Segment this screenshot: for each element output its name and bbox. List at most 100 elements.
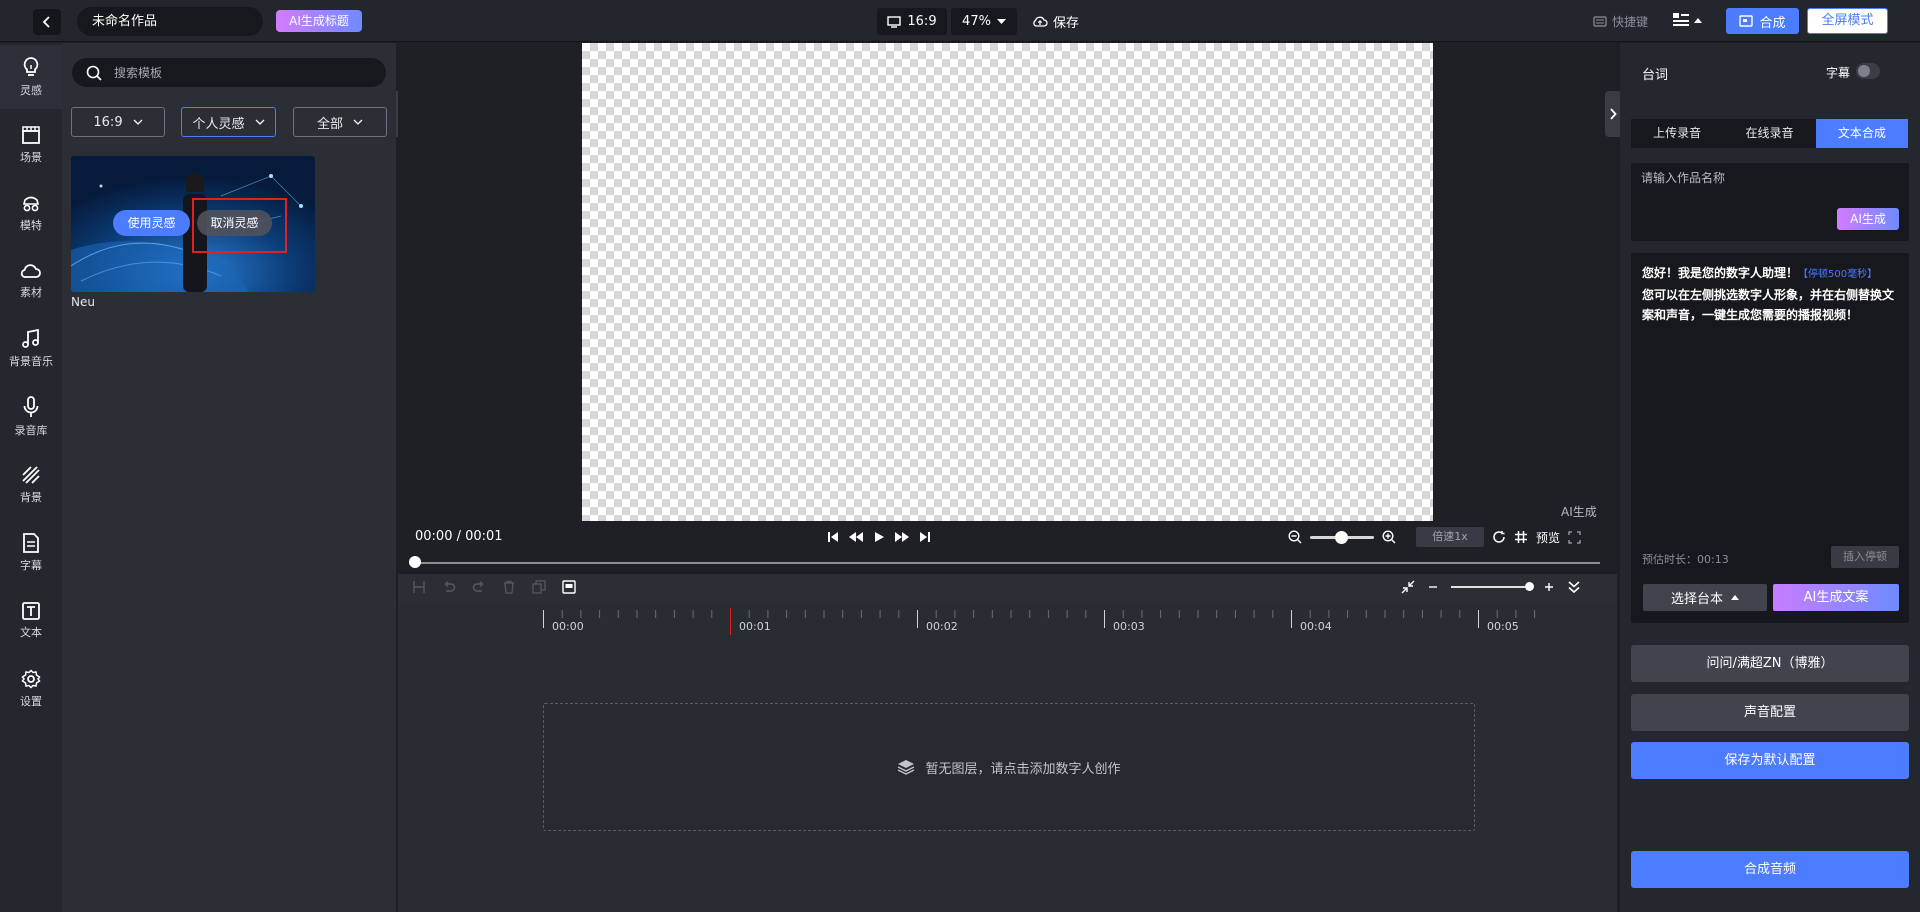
lightbulb-icon — [23, 57, 39, 76]
save-frame-icon[interactable] — [562, 580, 576, 594]
shrink-icon[interactable] — [1401, 580, 1415, 594]
compose-button[interactable]: 合成 — [1726, 8, 1799, 34]
personal-filter-label: 个人灵感 — [192, 116, 245, 132]
ai-watermark: AI生成 — [1561, 505, 1597, 519]
model-icon — [22, 196, 40, 212]
all-filter-dropdown[interactable]: 全部 — [293, 107, 387, 137]
speed-select[interactable]: 倍速1x — [1416, 527, 1484, 547]
tab-online-recording[interactable]: 在线录音 — [1723, 119, 1815, 148]
slider-thumb[interactable] — [1525, 582, 1534, 591]
subtitle-toggle[interactable] — [1856, 63, 1880, 79]
chevron-left-icon — [42, 16, 50, 28]
choose-script-label: 选择台本 — [1670, 592, 1723, 607]
split-icon[interactable] — [412, 580, 426, 594]
double-chevron-down-icon[interactable] — [1567, 580, 1581, 594]
personal-inspiration-dropdown[interactable]: 个人灵感 — [181, 107, 276, 137]
document-icon — [23, 533, 39, 553]
script-tabs: 上传录音 在线录音 文本合成 — [1631, 119, 1908, 148]
skip-to-end-icon[interactable] — [919, 531, 931, 543]
sidebar-item-inspiration[interactable]: 灵感 — [0, 45, 62, 109]
layout-button[interactable] — [1672, 11, 1702, 29]
empty-layer-text: 暂无图层，请点击添加数字人创作 — [925, 761, 1121, 777]
sidebar-item-background[interactable]: 背景 — [0, 453, 62, 517]
shortcut-button[interactable]: 快捷键 — [1593, 13, 1648, 30]
insert-pause-button[interactable]: 插入停顿 — [1831, 546, 1899, 568]
work-name-input[interactable] — [1641, 171, 1881, 185]
canvas-zoom-slider[interactable] — [1310, 530, 1374, 544]
highlight-box — [192, 198, 287, 253]
sidebar-item-settings[interactable]: 设置 — [0, 657, 62, 721]
aspect-ratio-button[interactable]: 16:9 — [877, 8, 947, 35]
stripes-icon — [22, 466, 40, 484]
save-button[interactable]: 保存 — [1032, 12, 1079, 31]
zoom-in-icon[interactable] — [1382, 530, 1396, 544]
clapperboard-icon — [22, 126, 40, 144]
sidebar-item-material[interactable]: 素材 — [0, 249, 62, 313]
tab-text-synthesis[interactable]: 文本合成 — [1815, 119, 1908, 148]
synthesize-audio-button[interactable]: 合成音频 — [1631, 851, 1909, 888]
aspect-ratio-value: 16:9 — [907, 14, 937, 29]
fullscreen-button[interactable]: 全屏模式 — [1807, 8, 1888, 34]
delete-icon[interactable] — [502, 580, 516, 594]
ratio-filter-label: 16:9 — [93, 114, 123, 130]
music-note-icon — [22, 329, 39, 348]
copy-icon[interactable] — [532, 580, 546, 594]
script-text[interactable]: 您好！我是您的数字人助理！【停顿500毫秒】 您可以在左侧挑选数字人形象，并在右… — [1642, 263, 1902, 325]
timeline-tools — [412, 580, 576, 594]
pause-tag[interactable]: 【停顿500毫秒】 — [1798, 269, 1877, 280]
script-line-1: 您好！我是您的数字人助理！ — [1642, 266, 1799, 280]
sidebar-item-label: 字幕 — [20, 559, 42, 572]
timeline-zoom-slider[interactable] — [1451, 582, 1534, 591]
back-button[interactable] — [33, 9, 61, 35]
playback-progress-track[interactable] — [414, 562, 1600, 564]
timeline-playhead[interactable] — [730, 608, 731, 635]
refresh-icon[interactable] — [1492, 530, 1506, 544]
plus-icon[interactable] — [1543, 581, 1555, 593]
search-box[interactable] — [72, 58, 386, 87]
slider-thumb[interactable] — [1335, 530, 1348, 544]
empty-layer-track[interactable]: 暂无图层，请点击添加数字人创作 — [543, 703, 1475, 831]
voice-select-button[interactable]: 问问/满超ZN（博雅） — [1631, 645, 1909, 682]
rewind-icon[interactable] — [848, 531, 864, 543]
subtitle-toggle-label: 字幕 — [1826, 66, 1851, 80]
redo-icon[interactable] — [472, 580, 486, 594]
search-input[interactable] — [114, 65, 354, 80]
skip-to-start-icon[interactable] — [827, 531, 839, 543]
sidebar-item-scene[interactable]: 场景 — [0, 113, 62, 177]
fast-forward-icon[interactable] — [894, 531, 910, 543]
sidebar-item-recordings[interactable]: 录音库 — [0, 385, 62, 449]
sidebar-item-text[interactable]: 文本 — [0, 589, 62, 653]
tab-upload-recording[interactable]: 上传录音 — [1631, 119, 1723, 148]
ai-generate-copy-button[interactable]: AI生成文案 — [1773, 584, 1899, 611]
timeline-ruler[interactable]: 00:00 00:01 00:02 00:03 00:04 00:05 — [543, 606, 1543, 636]
sidebar-item-bgm[interactable]: 背景音乐 — [0, 317, 62, 381]
sidebar-item-subtitle[interactable]: 字幕 — [0, 521, 62, 585]
grid-icon[interactable] — [1514, 530, 1528, 544]
ai-generate-name-button[interactable]: AI生成 — [1837, 208, 1899, 230]
minus-icon[interactable] — [1427, 581, 1439, 593]
expand-icon[interactable] — [1568, 530, 1581, 544]
sidebar-item-label: 模特 — [20, 219, 42, 232]
save-default-config-button[interactable]: 保存为默认配置 — [1631, 742, 1909, 779]
playback-progress-thumb[interactable] — [409, 556, 421, 568]
voice-config-button[interactable]: 声音配置 — [1631, 694, 1909, 731]
use-inspiration-button[interactable]: 使用灵感 — [113, 210, 190, 236]
choose-script-button[interactable]: 选择台本 — [1643, 584, 1767, 611]
sidebar-item-model[interactable]: 模特 — [0, 181, 62, 245]
zoom-select[interactable]: 47% — [951, 8, 1017, 35]
keyboard-icon — [1593, 16, 1607, 27]
project-title[interactable]: 未命名作品 — [77, 7, 263, 36]
script-line-2: 您可以在左侧挑选数字人形象，并在右侧替换文案和声音，一键生成您需要的播报视频！ — [1642, 288, 1895, 322]
zoom-out-icon[interactable] — [1288, 530, 1302, 544]
play-icon[interactable] — [873, 531, 885, 543]
ruler-label: 00:04 — [1300, 620, 1332, 633]
ruler-label: 00:05 — [1487, 620, 1519, 633]
search-icon — [86, 65, 102, 81]
video-canvas[interactable] — [582, 43, 1433, 521]
ai-title-button[interactable]: AI生成标题 — [276, 10, 362, 32]
ratio-filter-dropdown[interactable]: 16:9 — [71, 107, 165, 137]
collapse-right-panel-button[interactable] — [1605, 91, 1620, 137]
preview-button[interactable]: 预览 — [1536, 529, 1560, 546]
undo-icon[interactable] — [442, 580, 456, 594]
ruler-label: 00:03 — [1113, 620, 1145, 633]
